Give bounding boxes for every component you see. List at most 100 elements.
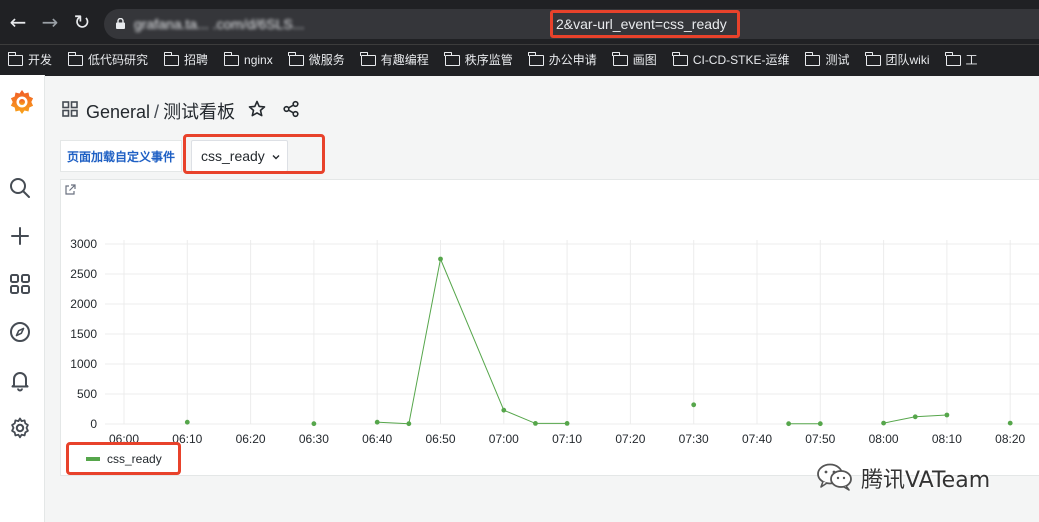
wechat-icon bbox=[817, 463, 852, 491]
data-point bbox=[406, 421, 412, 427]
star-icon[interactable] bbox=[248, 100, 266, 118]
x-tick-label: 07:50 bbox=[805, 432, 835, 446]
bookmark-label: CI-CD-STKE-运维 bbox=[692, 53, 790, 67]
lock-icon bbox=[116, 18, 125, 29]
bookmark-item[interactable]: nginx bbox=[223, 45, 273, 76]
x-tick-label: 06:40 bbox=[362, 432, 392, 446]
alerting-bell-icon[interactable] bbox=[8, 368, 32, 392]
external-link-icon bbox=[65, 184, 76, 195]
x-tick-label: 07:10 bbox=[552, 432, 582, 446]
data-point bbox=[786, 421, 792, 427]
forward-icon[interactable]: → bbox=[38, 8, 62, 36]
plus-icon[interactable] bbox=[8, 224, 32, 248]
grafana-logo-icon[interactable] bbox=[8, 88, 36, 116]
data-point bbox=[944, 412, 950, 418]
bookmark-item[interactable]: CI-CD-STKE-运维 bbox=[672, 45, 790, 76]
bookmark-label: 微服务 bbox=[308, 53, 345, 67]
y-tick-label: 1500 bbox=[70, 327, 97, 341]
page-title[interactable]: 测试看板 bbox=[163, 102, 235, 122]
data-point bbox=[912, 414, 918, 420]
url-highlight-box bbox=[550, 10, 740, 38]
data-point bbox=[533, 421, 538, 426]
url-host: grafana.ta... .com/d/6SLS... bbox=[134, 16, 305, 32]
bookmark-label: 工 bbox=[965, 53, 978, 67]
folder-icon bbox=[163, 52, 180, 66]
bookmark-item[interactable]: 团队wiki bbox=[865, 45, 930, 76]
breadcrumb-folder[interactable]: General bbox=[86, 102, 150, 122]
x-tick-label: 08:10 bbox=[932, 432, 962, 446]
data-point bbox=[184, 419, 190, 425]
x-tick-label: 06:50 bbox=[425, 432, 455, 446]
bookmark-item[interactable]: 招聘 bbox=[163, 45, 209, 76]
y-tick-label: 1000 bbox=[70, 357, 97, 371]
bookmark-item[interactable]: 微服务 bbox=[288, 45, 345, 76]
y-tick-label: 2500 bbox=[70, 267, 97, 281]
x-tick-label: 08:00 bbox=[869, 432, 899, 446]
x-tick-label: 08:20 bbox=[995, 432, 1025, 446]
browser-toolbar: ← → ↻ grafana.ta... .com/d/6SLS... 2&var… bbox=[0, 0, 1039, 44]
y-tick-label: 2000 bbox=[70, 297, 97, 311]
folder-icon bbox=[7, 52, 23, 66]
series-line bbox=[377, 257, 568, 425]
bookmark-item[interactable]: 测试 bbox=[804, 45, 850, 76]
y-tick-label: 500 bbox=[77, 387, 97, 401]
folder-icon bbox=[288, 52, 304, 66]
folder-icon bbox=[360, 52, 376, 66]
side-menu bbox=[0, 75, 45, 522]
bookmark-label: 测试 bbox=[825, 53, 850, 67]
reload-icon[interactable]: ↻ bbox=[70, 8, 94, 36]
dashboard-grid-icon bbox=[62, 101, 78, 117]
data-point bbox=[881, 420, 886, 426]
data-point bbox=[1007, 420, 1013, 426]
x-tick-label: 06:20 bbox=[236, 432, 266, 446]
graph-panel: 0 500 1000 1500 2000 2500 3000 06:00 06:10 06:20 0… bbox=[60, 179, 1039, 476]
bookmark-item[interactable]: 有趣编程 bbox=[360, 45, 429, 76]
data-point bbox=[501, 407, 507, 413]
folder-icon bbox=[528, 52, 544, 66]
bookmark-item[interactable]: 开发 bbox=[7, 45, 53, 76]
x-tick-label: 07:30 bbox=[679, 432, 709, 446]
bookmark-label: 办公申请 bbox=[548, 53, 597, 67]
data-point bbox=[438, 256, 443, 262]
y-tick-label: 3000 bbox=[70, 237, 97, 251]
folder-icon bbox=[945, 52, 961, 66]
x-tick-label: 07:20 bbox=[615, 432, 645, 446]
watermark-text: 腾讯VATeam bbox=[861, 468, 991, 493]
bookmark-item[interactable]: 工 bbox=[945, 45, 978, 76]
share-icon[interactable] bbox=[282, 100, 300, 118]
bookmark-item[interactable]: 画图 bbox=[612, 45, 657, 76]
bookmarks-bar: 开发 低代码研究 招聘 nginx 微服务 有趣编程 秩序监管 办公申请 画图 CI-CD-STK… bbox=[0, 44, 1039, 76]
bookmark-label: 画图 bbox=[632, 53, 657, 67]
data-point bbox=[691, 402, 697, 408]
folder-icon bbox=[67, 52, 84, 66]
select-highlight-box bbox=[183, 134, 325, 174]
data-point bbox=[374, 419, 380, 425]
legend-highlight-box bbox=[66, 442, 181, 475]
folder-icon bbox=[223, 52, 240, 66]
explore-compass-icon[interactable] bbox=[8, 320, 32, 344]
bookmark-item[interactable]: 办公申请 bbox=[528, 45, 597, 76]
folder-icon bbox=[612, 52, 628, 66]
dashboards-icon[interactable] bbox=[8, 272, 32, 296]
folder-icon bbox=[804, 52, 821, 66]
bookmark-label: 开发 bbox=[28, 53, 53, 67]
data-point bbox=[564, 421, 570, 426]
x-tick-label: 07:00 bbox=[489, 432, 519, 446]
search-icon[interactable] bbox=[8, 176, 32, 200]
settings-gear-icon[interactable] bbox=[8, 416, 32, 440]
data-point bbox=[311, 421, 317, 427]
bookmark-label: 有趣编程 bbox=[380, 53, 429, 67]
bookmark-label: 招聘 bbox=[184, 53, 209, 67]
bookmark-item[interactable]: 低代码研究 bbox=[67, 45, 148, 76]
x-tick-label: 07:40 bbox=[742, 432, 772, 446]
y-tick-label: 0 bbox=[90, 417, 97, 431]
bookmark-label: 团队wiki bbox=[885, 53, 930, 67]
data-point bbox=[817, 421, 823, 427]
breadcrumb-separator: / bbox=[154, 102, 160, 122]
folder-icon bbox=[672, 52, 688, 66]
folder-icon bbox=[865, 52, 881, 66]
line-chart: 05001000150020002500300006:00 06:10 06:20 0… bbox=[65, 184, 1039, 446]
bookmark-item[interactable]: 秩序监管 bbox=[444, 45, 513, 76]
back-icon[interactable]: ← bbox=[6, 8, 30, 36]
variable-label: 页面加载自定义事件 bbox=[60, 140, 182, 172]
